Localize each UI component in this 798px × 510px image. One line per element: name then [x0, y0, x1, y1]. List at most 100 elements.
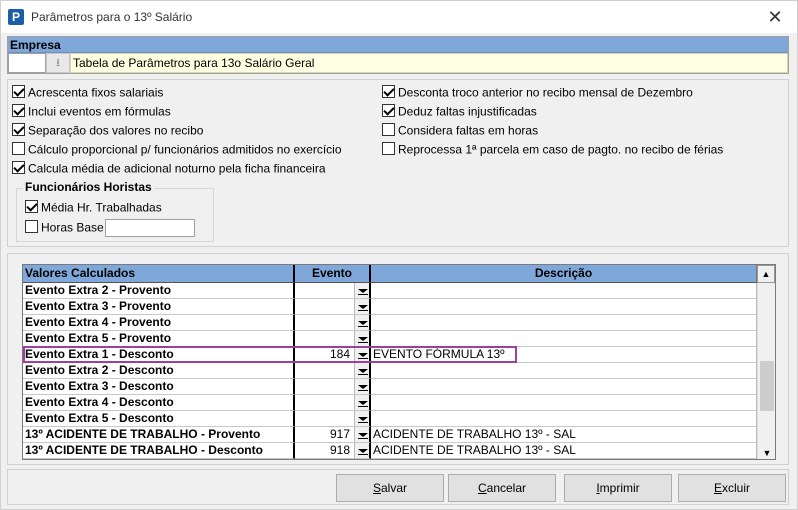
evento-dropdown-icon[interactable]	[355, 411, 371, 427]
media-hr-checkbox[interactable]	[25, 200, 38, 214]
evento-cell[interactable]: 918	[295, 443, 355, 459]
evento-dropdown-icon[interactable]	[355, 427, 371, 443]
descricao-cell	[371, 411, 757, 427]
empresa-panel: Empresa ⭳ Tabela de Parâmetros para 13o …	[7, 36, 789, 74]
descricao-cell	[371, 315, 757, 331]
option-checkbox[interactable]	[12, 123, 25, 137]
valor-cell: 13º ACIDENTE DE TRABALHO - Provento	[23, 427, 295, 443]
evento-cell[interactable]	[295, 299, 355, 315]
evento-dropdown-icon[interactable]	[355, 331, 371, 347]
option-row[interactable]: Calcula média de adicional noturno pela …	[12, 160, 326, 177]
evento-dropdown-icon[interactable]	[355, 363, 371, 379]
descricao-cell	[371, 283, 757, 299]
evento-dropdown-icon[interactable]	[355, 347, 371, 363]
header-descricao[interactable]: Descrição	[371, 265, 757, 283]
option-checkbox[interactable]	[12, 161, 25, 175]
option-checkbox[interactable]	[382, 104, 395, 118]
descricao-cell	[371, 331, 757, 347]
table-row[interactable]: Evento Extra 3 - Desconto	[23, 379, 757, 395]
option-checkbox[interactable]	[12, 142, 25, 156]
evento-cell[interactable]	[295, 395, 355, 411]
evento-cell[interactable]	[295, 331, 355, 347]
horas-base-input[interactable]	[105, 219, 195, 237]
option-checkbox[interactable]	[12, 104, 25, 118]
option-label: Considera faltas em horas	[398, 123, 539, 138]
option-row[interactable]: Separação dos valores no recibo	[12, 122, 203, 139]
table-row[interactable]: Evento Extra 1 - Desconto 184 EVENTO FÓRMU…	[23, 347, 757, 363]
valores-grid: Valores Calculados Evento Descrição ▲ Ev…	[22, 264, 776, 460]
valor-cell: Evento Extra 4 - Provento	[23, 315, 295, 331]
salvar-button[interactable]: Salvar	[336, 474, 444, 502]
table-row[interactable]: Evento Extra 5 - Desconto	[23, 411, 757, 427]
evento-cell[interactable]	[295, 379, 355, 395]
valor-cell: 13º ACIDENTE DE TRABALHO - Desconto	[23, 443, 295, 459]
empresa-name-field[interactable]: Tabela de Parâmetros para 13o Salário Ge…	[70, 53, 788, 73]
cancelar-button[interactable]: Cancelar	[448, 474, 556, 502]
option-label: Cálculo proporcional p/ funcionários adm…	[28, 142, 342, 157]
table-row[interactable]: Evento Extra 2 - Desconto	[23, 363, 757, 379]
horas-base-checkbox-row[interactable]: Horas Base	[25, 219, 104, 236]
table-row[interactable]: Evento Extra 2 - Provento	[23, 283, 757, 299]
evento-dropdown-icon[interactable]	[355, 379, 371, 395]
valor-cell: Evento Extra 4 - Desconto	[23, 395, 295, 411]
header-evento[interactable]: Evento	[295, 265, 371, 283]
table-row[interactable]: Evento Extra 3 - Provento	[23, 299, 757, 315]
header-valores[interactable]: Valores Calculados	[23, 265, 295, 283]
option-row[interactable]: Deduz faltas injustificadas	[382, 103, 537, 120]
option-checkbox[interactable]	[382, 85, 395, 99]
media-hr-label: Média Hr. Trabalhadas	[41, 200, 162, 215]
descricao-cell	[371, 379, 757, 395]
media-hr-checkbox-row[interactable]: Média Hr. Trabalhadas	[25, 199, 162, 216]
valor-cell: Evento Extra 3 - Provento	[23, 299, 295, 315]
window-title: Parâmetros para o 13º Salário	[31, 10, 193, 24]
evento-dropdown-icon[interactable]	[355, 283, 371, 299]
evento-cell[interactable]: 917	[295, 427, 355, 443]
descricao-cell	[371, 395, 757, 411]
evento-cell[interactable]	[295, 315, 355, 331]
scrollbar-thumb[interactable]	[760, 361, 774, 411]
option-row[interactable]: Desconta troco anterior no recibo mensal…	[382, 84, 693, 101]
close-icon[interactable]: ✕	[765, 7, 785, 27]
table-row[interactable]: 13º ACIDENTE DE TRABALHO - Desconto 918 AC…	[23, 443, 757, 459]
evento-dropdown-icon[interactable]	[355, 395, 371, 411]
table-row[interactable]: Evento Extra 5 - Provento	[23, 331, 757, 347]
horistas-title: Funcionários Horistas	[23, 180, 154, 194]
evento-dropdown-icon[interactable]	[355, 315, 371, 331]
evento-cell[interactable]	[295, 411, 355, 427]
evento-dropdown-icon[interactable]	[355, 443, 371, 459]
empresa-header: Empresa	[8, 37, 788, 53]
option-row[interactable]: Considera faltas em horas	[382, 122, 538, 139]
imprimir-button[interactable]: Imprimir	[564, 474, 672, 502]
button-bar: Salvar Cancelar Imprimir Excluir	[7, 469, 789, 505]
option-label: Reprocessa 1ª parcela em caso de pagto. …	[398, 142, 724, 157]
valor-cell: Evento Extra 3 - Desconto	[23, 379, 295, 395]
table-row[interactable]: Evento Extra 4 - Provento	[23, 315, 757, 331]
evento-dropdown-icon[interactable]	[355, 299, 371, 315]
horas-base-checkbox[interactable]	[25, 220, 38, 234]
empresa-code-input[interactable]	[8, 53, 46, 73]
option-checkbox[interactable]	[382, 123, 395, 137]
option-row[interactable]: Cálculo proporcional p/ funcionários adm…	[12, 141, 342, 158]
option-label: Separação dos valores no recibo	[28, 123, 204, 138]
option-label: Deduz faltas injustificadas	[398, 104, 537, 119]
title-bar: P Parâmetros para o 13º Salário ✕	[1, 1, 797, 33]
option-checkbox[interactable]	[12, 85, 25, 99]
option-row[interactable]: Acrescenta fixos salariais	[12, 84, 163, 101]
vertical-scrollbar[interactable]: ▼	[757, 283, 775, 459]
evento-cell[interactable]	[295, 283, 355, 299]
table-row[interactable]: Evento Extra 4 - Desconto	[23, 395, 757, 411]
valor-cell: Evento Extra 1 - Desconto	[23, 347, 295, 363]
option-row[interactable]: Inclui eventos em fórmulas	[12, 103, 171, 120]
scroll-up-icon[interactable]: ▲	[757, 265, 775, 283]
excluir-button[interactable]: Excluir	[678, 474, 786, 502]
app-logo-icon: P	[8, 9, 24, 25]
table-row[interactable]: 13º ACIDENTE DE TRABALHO - Provento 917 AC…	[23, 427, 757, 443]
option-checkbox[interactable]	[382, 142, 395, 156]
valor-cell: Evento Extra 5 - Desconto	[23, 411, 295, 427]
scroll-down-icon[interactable]: ▼	[758, 445, 775, 459]
lookup-arrow-icon[interactable]: ⭳	[46, 53, 70, 73]
option-row[interactable]: Reprocessa 1ª parcela em caso de pagto. …	[382, 141, 723, 158]
evento-cell[interactable]	[295, 363, 355, 379]
evento-cell[interactable]: 184	[295, 347, 355, 363]
option-label: Calcula média de adicional noturno pela …	[28, 161, 326, 176]
